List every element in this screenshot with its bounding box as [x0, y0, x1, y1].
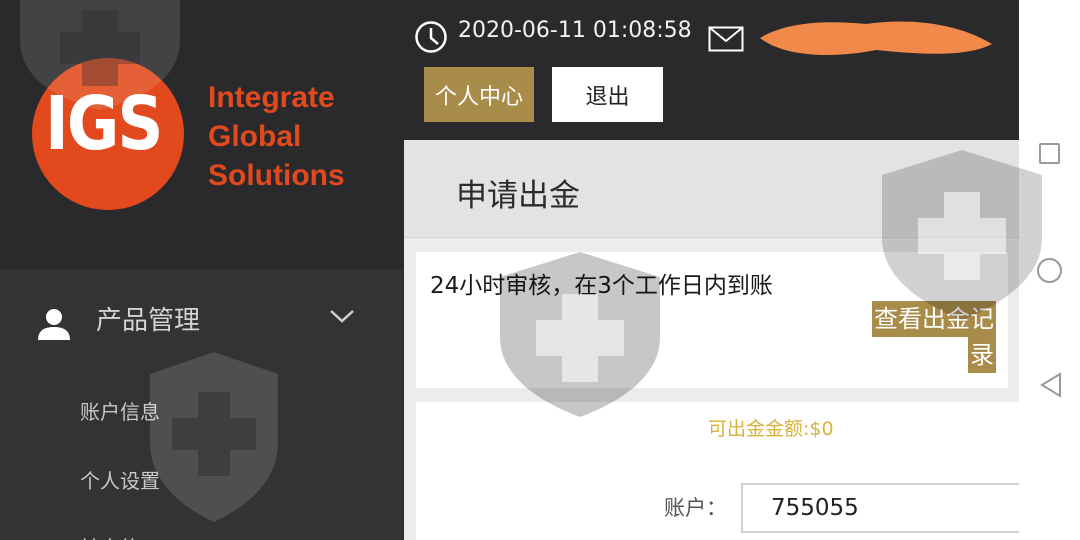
logo-line-2: Global: [208, 120, 302, 153]
brand-logo: IGS Integrate Global Solutions: [0, 0, 403, 270]
nav-home-icon[interactable]: [1037, 258, 1062, 283]
view-withdrawal-records-button[interactable]: 查看出金记 录: [850, 299, 996, 375]
records-label-line-2: 录: [968, 337, 996, 373]
sidebar-item-transfer[interactable]: 转去的: [80, 532, 140, 540]
system-nav-bar: [1019, 0, 1080, 540]
account-label: 账户：: [664, 496, 727, 520]
account-input[interactable]: [741, 483, 1031, 533]
page-header: 申请出金: [404, 140, 1019, 238]
sidebar-menu: 产品管理 账户信息 个人设置 转去的: [0, 270, 403, 540]
logout-button[interactable]: 退出: [552, 67, 663, 122]
records-label-line-1: 查看出金记: [872, 301, 996, 337]
app-screen: IGS Integrate Global Solutions 产品管理 账户信息…: [0, 0, 1080, 540]
user-center-button[interactable]: 个人中心: [424, 67, 534, 122]
menu-section-products[interactable]: 产品管理: [0, 290, 403, 350]
menu-section-label: 产品管理: [96, 306, 201, 336]
sidebar-item-personal-settings[interactable]: 个人设置: [80, 465, 160, 494]
mail-icon[interactable]: [708, 26, 744, 52]
withdrawal-form: 可出金金额:$0 账户：: [416, 402, 1031, 540]
sidebar-item-account-info[interactable]: 账户信息: [80, 396, 160, 425]
nav-recents-icon[interactable]: [1039, 143, 1060, 164]
clock-icon: [415, 21, 447, 53]
nav-back-icon[interactable]: [1039, 372, 1063, 398]
redaction-mark: [760, 21, 992, 55]
user-icon: [38, 309, 70, 340]
logo-line-3: Solutions: [208, 159, 345, 192]
page-title: 申请出金: [456, 178, 580, 214]
top-bar: 2020-06-11 01:08:58 个人中心 退出: [404, 0, 1019, 140]
sidebar: IGS Integrate Global Solutions 产品管理 账户信息…: [0, 0, 403, 540]
logo-letters: IGS: [45, 82, 163, 168]
logo-line-1: Integrate: [208, 81, 335, 114]
chevron-down-icon[interactable]: [328, 306, 356, 326]
available-balance: 可出金金额:$0: [708, 418, 834, 440]
logo-wordmark: Integrate Global Solutions: [208, 78, 345, 195]
current-datetime: 2020-06-11 01:08:58: [458, 18, 692, 43]
main-content: 申请出金 24小时审核，在3个工作日内到账 查看出金记 录 可出金金额:$0 账…: [404, 140, 1031, 540]
notice-card: 24小时审核，在3个工作日内到账 查看出金记 录: [416, 252, 1008, 388]
review-notice: 24小时审核，在3个工作日内到账: [430, 273, 773, 299]
